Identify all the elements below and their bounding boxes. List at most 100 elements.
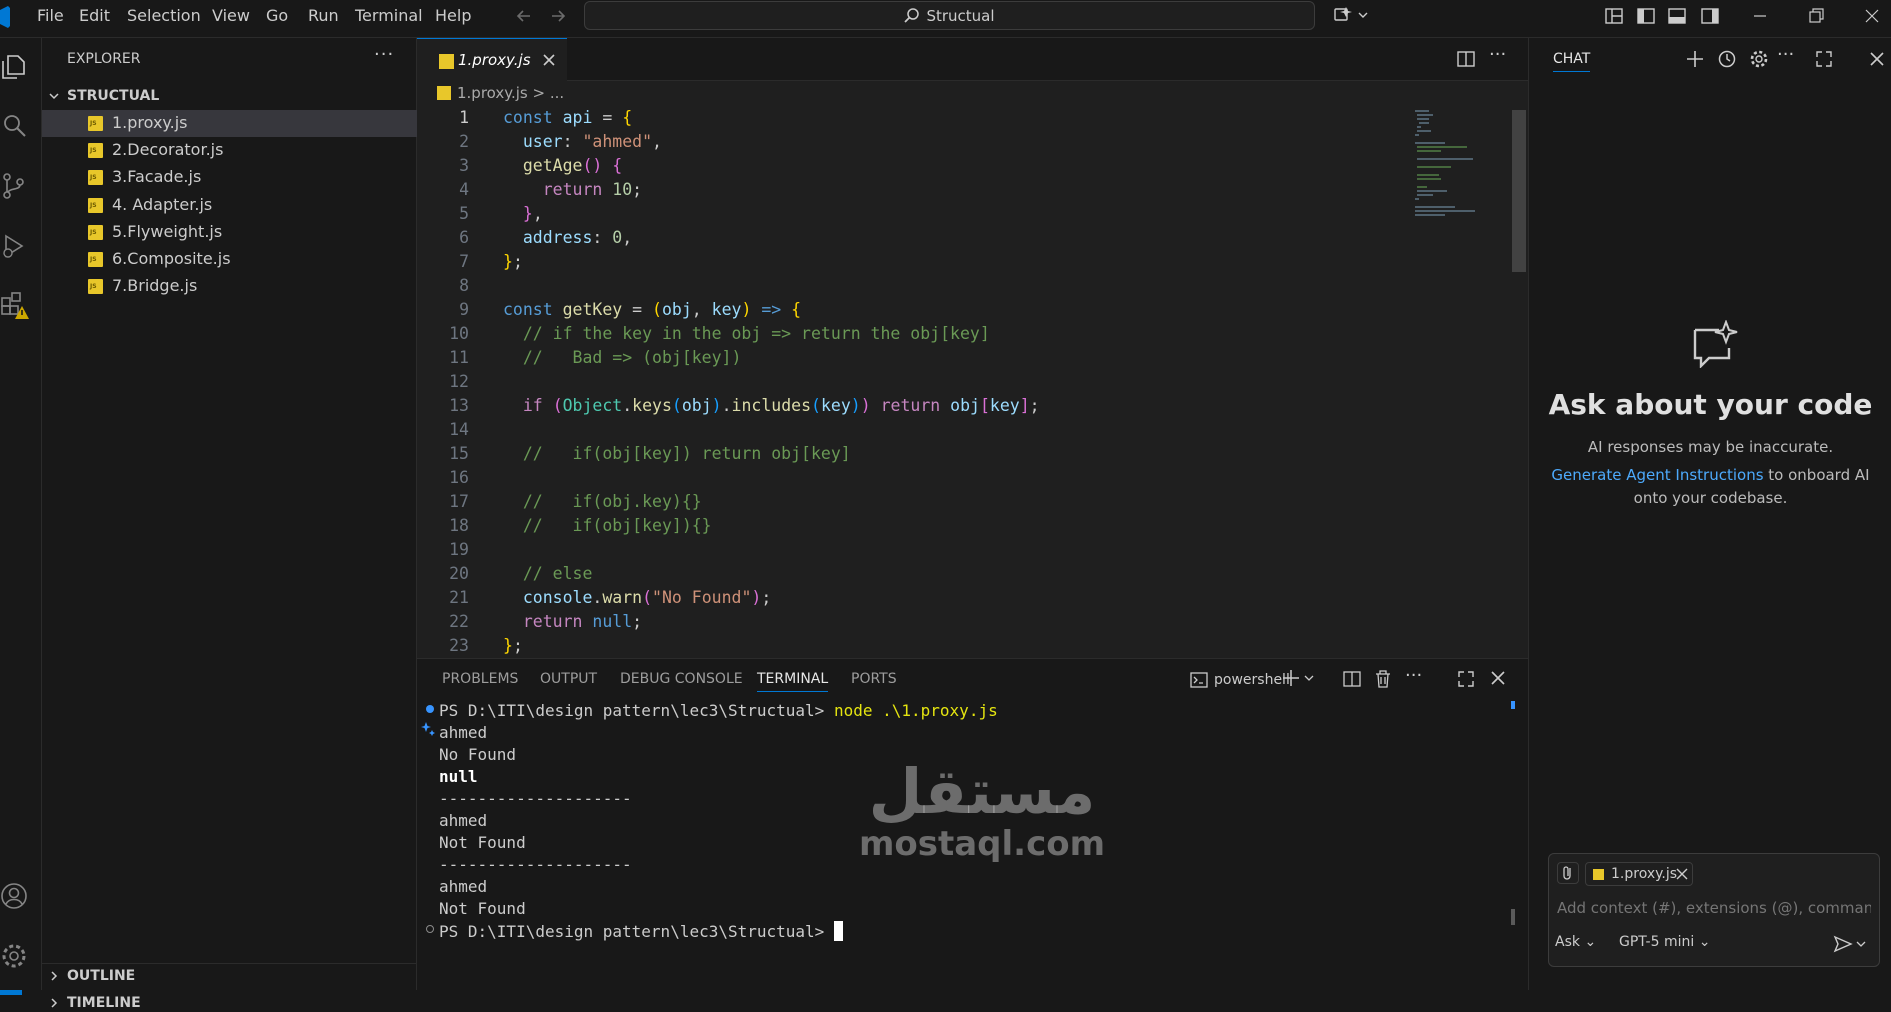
menu-run[interactable]: Run xyxy=(308,6,339,25)
generate-instructions-link[interactable]: Generate Agent Instructions xyxy=(1551,466,1763,484)
run-debug-icon[interactable] xyxy=(0,232,28,260)
chevron-right-icon xyxy=(48,997,60,1009)
tab-output[interactable]: OUTPUT xyxy=(540,671,597,687)
terminal-prompt: PS D:\ITI\design pattern\lec3\Structual> xyxy=(439,922,834,941)
outline-section[interactable]: OUTLINE xyxy=(42,963,417,985)
menu-terminal[interactable]: Terminal xyxy=(355,6,423,25)
split-editor-icon[interactable] xyxy=(1457,50,1475,68)
terminal-shell-icon xyxy=(1190,671,1208,689)
close-tab-icon[interactable] xyxy=(541,52,557,68)
line-number: 7 xyxy=(459,252,469,271)
line-number: 20 xyxy=(449,564,469,583)
terminal-shell-name[interactable]: powershell xyxy=(1214,672,1290,688)
source-control-icon[interactable] xyxy=(0,172,28,200)
search-icon xyxy=(904,8,920,24)
close-window-icon[interactable] xyxy=(1862,6,1882,26)
js-file-icon xyxy=(88,116,103,131)
toggle-secondary-sidebar-icon[interactable] xyxy=(1700,6,1720,26)
remove-context-icon[interactable] xyxy=(1676,868,1688,880)
code-view[interactable]: 1 const api = { 2 user: "ahmed", 3 getAge… xyxy=(417,108,1497,658)
kill-terminal-icon[interactable] xyxy=(1375,670,1391,688)
chat-more-actions-icon[interactable]: ··· xyxy=(1777,44,1794,65)
menu-help[interactable]: Help xyxy=(435,6,471,25)
line-number: 5 xyxy=(459,204,469,223)
file-item-proxy[interactable]: 1.proxy.js xyxy=(42,110,417,137)
terminal-cursor xyxy=(833,921,843,941)
file-item-composite[interactable]: 6.Composite.js xyxy=(42,246,417,273)
menu-view[interactable]: View xyxy=(212,6,250,25)
explorer-icon[interactable] xyxy=(0,52,28,80)
line-number: 23 xyxy=(449,636,469,655)
toggle-sidebar-icon[interactable] xyxy=(1636,6,1656,26)
send-icon[interactable] xyxy=(1833,934,1873,954)
tab-ports[interactable]: PORTS xyxy=(851,671,897,687)
js-file-icon xyxy=(88,170,103,185)
new-terminal-icon[interactable] xyxy=(1283,667,1315,689)
menu-go[interactable]: Go xyxy=(266,6,288,25)
file-item-facade[interactable]: 3.Facade.js xyxy=(42,164,417,191)
settings-gear-icon[interactable] xyxy=(0,942,28,970)
line-number: 6 xyxy=(459,228,469,247)
chat-history-icon[interactable] xyxy=(1717,49,1737,69)
minimize-icon[interactable] xyxy=(1750,6,1770,26)
chat-settings-gear-icon[interactable] xyxy=(1749,49,1769,69)
file-name: 5.Flyweight.js xyxy=(112,222,223,241)
tab-problems[interactable]: PROBLEMS xyxy=(442,671,518,687)
chat-instructions-line2: onto your codebase. xyxy=(1633,489,1788,507)
chat-input-field[interactable] xyxy=(1555,896,1873,920)
panel-more-actions-icon[interactable]: ··· xyxy=(1405,665,1422,686)
terminal-line: Not Found xyxy=(439,899,526,918)
breadcrumb-file[interactable]: 1.proxy.js xyxy=(457,84,528,102)
remote-indicator[interactable] xyxy=(0,990,22,995)
watermark-arabic: مستقل xyxy=(868,755,1096,828)
editor-scrollbar[interactable] xyxy=(1512,110,1526,272)
breadcrumb-more[interactable]: > ... xyxy=(533,84,565,102)
copilot-sparkle-icon[interactable] xyxy=(1333,5,1368,25)
context-file-chip[interactable]: 1.proxy.js xyxy=(1585,862,1693,886)
editor-more-actions-icon[interactable]: ··· xyxy=(1489,44,1506,65)
terminal-prompt: PS D:\ITI\design pattern\lec3\Structual> xyxy=(439,701,834,720)
new-chat-icon[interactable] xyxy=(1686,50,1704,68)
forward-arrow-icon[interactable] xyxy=(548,6,568,26)
toggle-panel-icon[interactable] xyxy=(1667,6,1687,26)
tab-debug-console[interactable]: DEBUG CONSOLE xyxy=(620,671,743,687)
terminal-prompt-line: PS D:\ITI\design pattern\lec3\Structual>… xyxy=(439,701,998,720)
file-item-bridge[interactable]: 7.Bridge.js xyxy=(42,273,417,300)
line-number: 8 xyxy=(459,276,469,295)
file-item-adapter[interactable]: 4. Adapter.js xyxy=(42,192,417,219)
chat-mode-select[interactable]: Ask ⌄ xyxy=(1555,934,1596,956)
restore-icon[interactable] xyxy=(1806,6,1826,26)
customize-layout-icon[interactable] xyxy=(1604,6,1624,26)
file-item-decorator[interactable]: 2.Decorator.js xyxy=(42,137,417,164)
terminal-line: -------------------- xyxy=(439,789,632,808)
line-number: 22 xyxy=(449,612,469,631)
split-terminal-icon[interactable] xyxy=(1343,670,1361,688)
menu-file[interactable]: File xyxy=(37,6,64,25)
back-arrow-icon[interactable] xyxy=(514,6,534,26)
folder-structual[interactable]: STRUCTUAL xyxy=(42,85,417,107)
command-center-search[interactable]: Structual xyxy=(584,1,1315,30)
terminal-sparkle-icon[interactable] xyxy=(421,721,437,737)
file-item-flyweight[interactable]: 5.Flyweight.js xyxy=(42,219,417,246)
menu-edit[interactable]: Edit xyxy=(79,6,110,25)
terminal-command: node .\1.proxy.js xyxy=(833,701,998,720)
maximize-chat-icon[interactable] xyxy=(1815,50,1833,68)
chat-title: CHAT xyxy=(1553,51,1591,72)
search-view-icon[interactable] xyxy=(0,112,28,140)
maximize-panel-icon[interactable] xyxy=(1457,670,1475,688)
model-select[interactable]: GPT-5 mini ⌄ xyxy=(1619,934,1710,956)
more-actions-icon[interactable]: ··· xyxy=(374,44,394,65)
line-number: 11 xyxy=(449,348,469,367)
timeline-title: TIMELINE xyxy=(67,995,141,1011)
close-chat-icon[interactable] xyxy=(1869,51,1885,67)
tab-terminal[interactable]: TERMINAL xyxy=(757,671,829,692)
close-panel-icon[interactable] xyxy=(1490,670,1506,686)
extensions-icon[interactable] xyxy=(0,290,29,319)
chevron-down-icon: ⌄ xyxy=(1698,934,1711,950)
terminal-scrollbar[interactable] xyxy=(1511,909,1515,925)
tab-proxy-js[interactable]: 1.proxy.js xyxy=(417,38,567,82)
account-icon[interactable] xyxy=(0,882,28,910)
attach-context-icon[interactable] xyxy=(1557,862,1579,884)
menu-selection[interactable]: Selection xyxy=(127,6,201,25)
minimap[interactable] xyxy=(1413,108,1503,218)
